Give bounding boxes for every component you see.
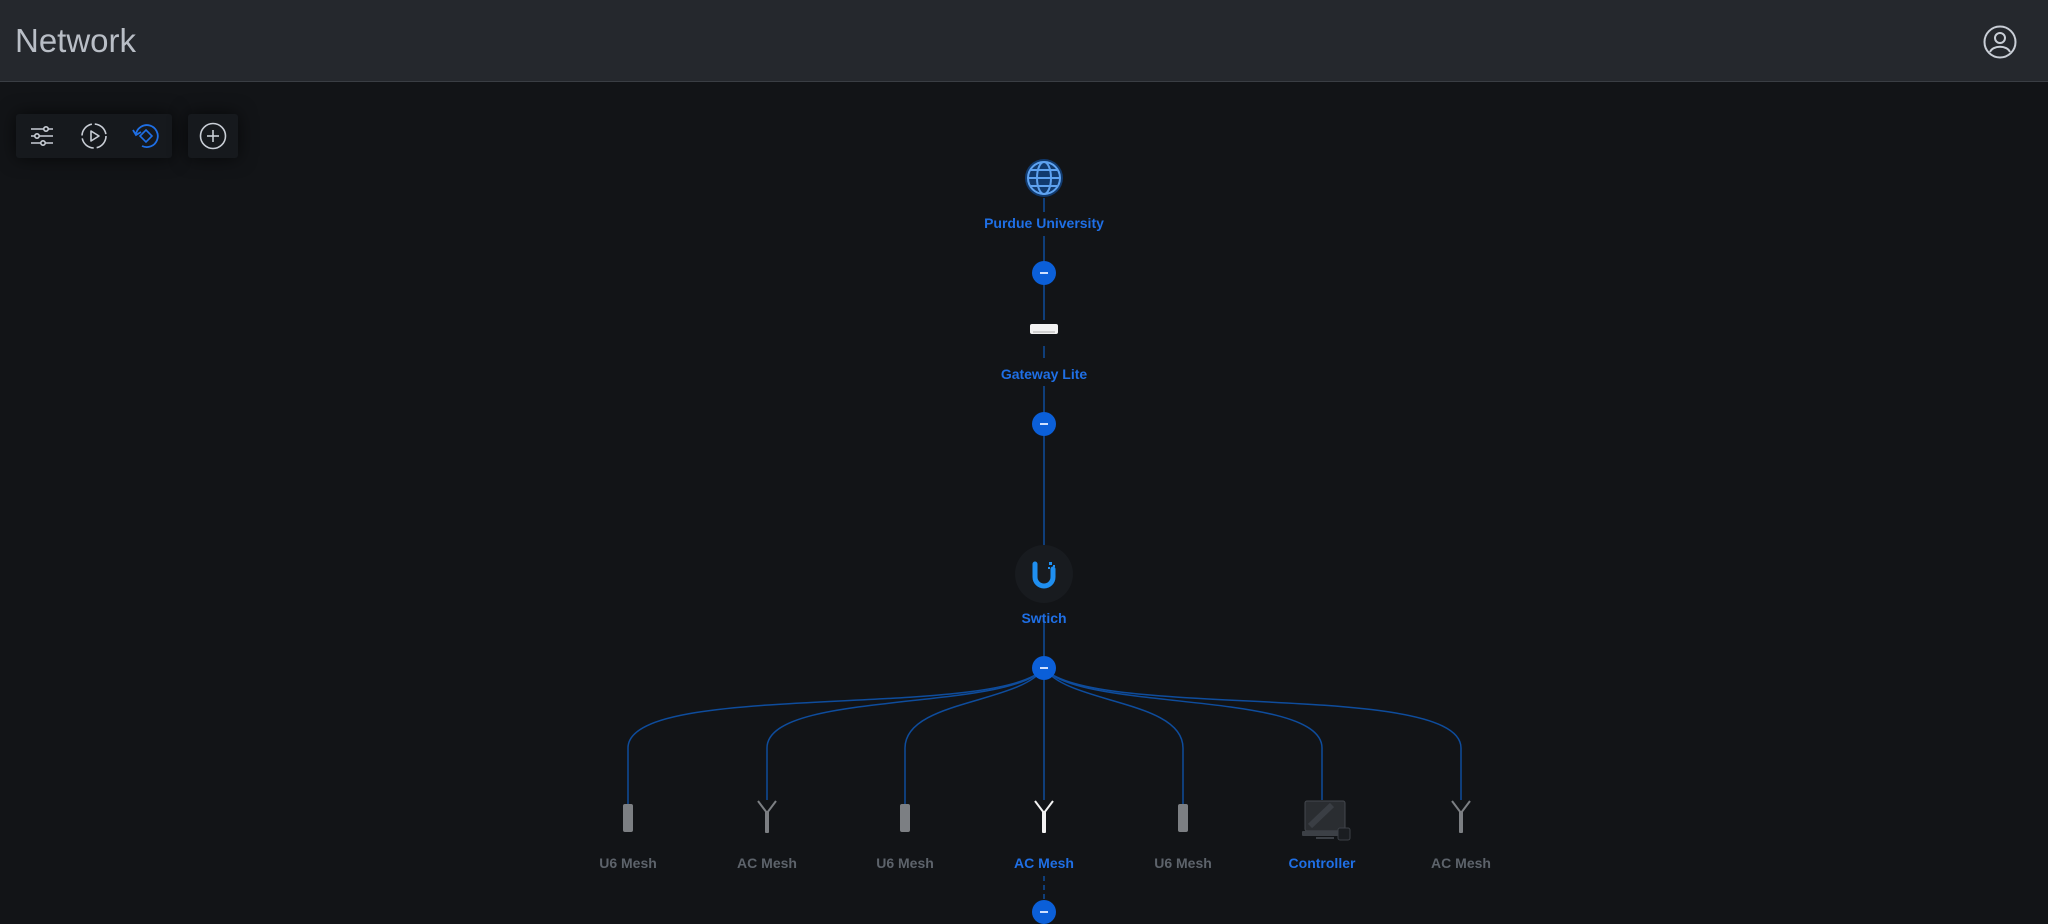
collapse-gateway-toggle[interactable]: [1032, 412, 1056, 436]
collapse-switch-toggle[interactable]: [1032, 656, 1056, 680]
u6-mesh-icon[interactable]: [622, 803, 634, 838]
ac-mesh-icon[interactable]: [1032, 799, 1056, 840]
collapse-internet-toggle[interactable]: [1032, 261, 1056, 285]
device-label: U6 Mesh: [876, 855, 934, 871]
gateway-icon[interactable]: [1029, 322, 1059, 341]
unifi-logo-icon[interactable]: [1015, 545, 1073, 608]
laptop-icon[interactable]: [1302, 800, 1352, 847]
device-label: U6 Mesh: [599, 855, 657, 871]
ac-mesh-icon[interactable]: [755, 799, 779, 840]
gateway-label: Gateway Lite: [1000, 366, 1088, 382]
switch-label: Swtich: [1021, 610, 1067, 626]
topology-links: [627, 198, 1462, 900]
u6-mesh-icon[interactable]: [1177, 803, 1189, 838]
device-label: AC Mesh: [737, 855, 797, 871]
device-label: AC Mesh: [1431, 855, 1491, 871]
ac-mesh-icon[interactable]: [1449, 799, 1473, 840]
internet-label: Purdue University: [984, 215, 1104, 231]
u6-mesh-icon[interactable]: [899, 803, 911, 838]
device-label: U6 Mesh: [1154, 855, 1212, 871]
globe-icon[interactable]: [1024, 158, 1064, 203]
collapse-mesh-toggle[interactable]: [1032, 900, 1056, 924]
device-label: Controller: [1288, 855, 1356, 871]
device-label: AC Mesh: [1014, 855, 1074, 871]
